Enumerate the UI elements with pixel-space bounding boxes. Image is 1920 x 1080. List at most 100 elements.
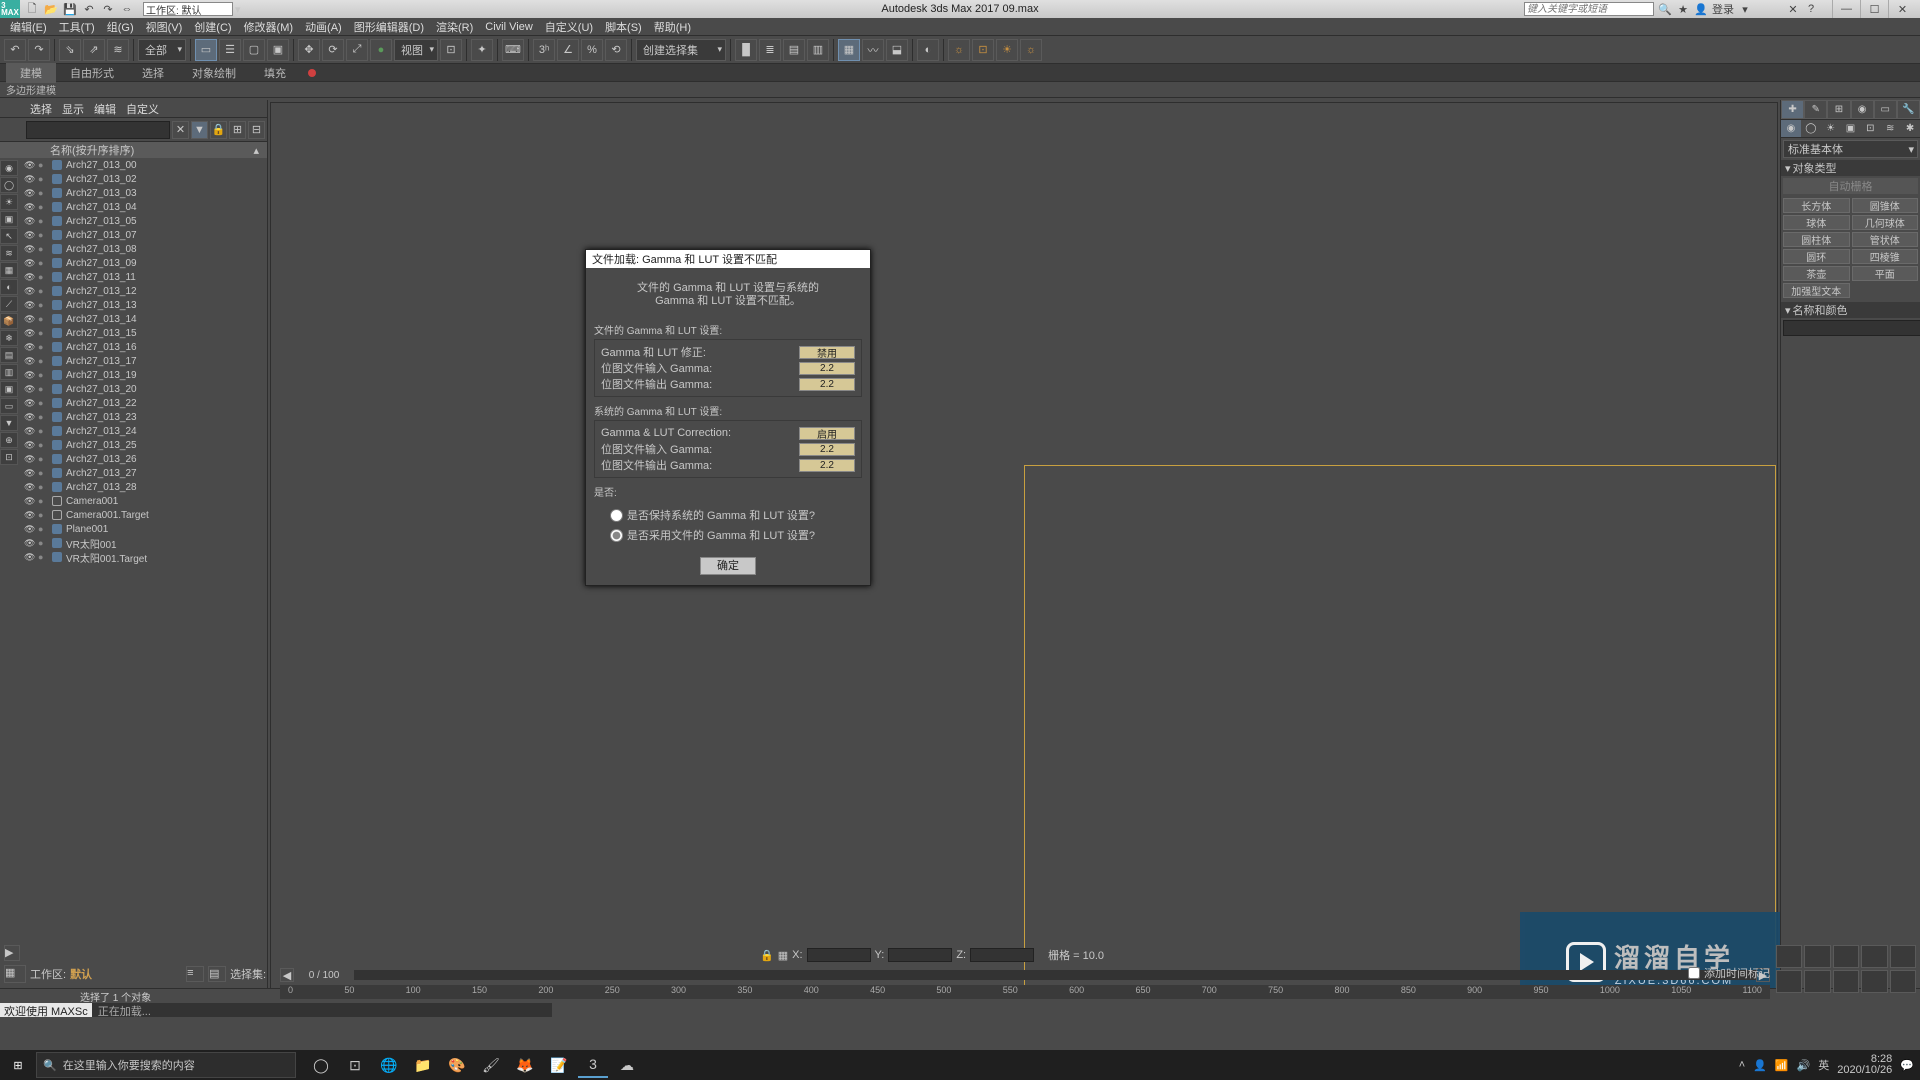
menu-animation[interactable]: 动画(A) xyxy=(299,19,348,35)
time-ruler[interactable]: 0501001502002503003504004505005506006507… xyxy=(280,985,1770,999)
space-icon[interactable]: ≋ xyxy=(1880,120,1900,137)
play-anim-icon[interactable]: ▶ xyxy=(4,945,20,961)
list-item[interactable]: 👁●Arch27_013_11 xyxy=(20,270,267,284)
filter-f-icon[interactable]: ⊡ xyxy=(0,449,18,465)
list-item[interactable]: 👁●Arch27_013_13 xyxy=(20,298,267,312)
ribbon-modeling[interactable]: 建模 xyxy=(6,63,56,83)
primitive-button[interactable]: 平面 xyxy=(1852,266,1919,281)
nav-fov-icon[interactable] xyxy=(1861,945,1887,968)
rollout-object-type[interactable]: 对象类型 xyxy=(1781,160,1920,176)
list-item[interactable]: 👁●Arch27_013_12 xyxy=(20,284,267,298)
selset-icon2[interactable]: ▤ xyxy=(208,966,226,982)
frame-prev-icon[interactable]: ◀ xyxy=(280,968,294,982)
app1-icon[interactable]: 🎨 xyxy=(442,1052,472,1078)
exp-tab-custom[interactable]: 自定义 xyxy=(126,101,159,117)
angle-snap-button[interactable]: ∠ xyxy=(557,39,579,61)
link-icon[interactable]: ⇔ xyxy=(119,1,135,17)
list-item[interactable]: 👁●Arch27_013_22 xyxy=(20,396,267,410)
app2-icon[interactable]: 🖌 xyxy=(476,1052,506,1078)
filter-bone-icon[interactable]: ⟋ xyxy=(0,296,18,312)
3dsmax-taskbar-icon[interactable]: 3 xyxy=(578,1052,608,1078)
list-item[interactable]: 👁●Arch27_013_04 xyxy=(20,200,267,214)
render-setup-button[interactable]: ☼ xyxy=(948,39,970,61)
snap-coord-icon[interactable]: ▦ xyxy=(778,949,788,962)
exp-tab-display[interactable]: 显示 xyxy=(62,101,84,117)
list-item[interactable]: 👁●Arch27_013_17 xyxy=(20,354,267,368)
clear-icon[interactable]: ✕ xyxy=(172,121,189,139)
filter-a-icon[interactable]: ▥ xyxy=(0,364,18,380)
ribbon-selection[interactable]: 选择 xyxy=(128,63,178,83)
modify-tab-icon[interactable]: ✎ xyxy=(1804,100,1827,119)
nav-zoom-icon[interactable] xyxy=(1776,945,1802,968)
list-item[interactable]: 👁●Arch27_013_07 xyxy=(20,228,267,242)
primitive-button[interactable]: 长方体 xyxy=(1783,198,1850,213)
list-item[interactable]: 👁●Arch27_013_23 xyxy=(20,410,267,424)
tray-net-icon[interactable]: 📶 xyxy=(1775,1059,1789,1072)
list-item[interactable]: 👁●Camera001 xyxy=(20,494,267,508)
list-item[interactable]: 👁●Arch27_013_05 xyxy=(20,214,267,228)
user-icon[interactable]: 👤 xyxy=(1694,2,1708,16)
geom-icon[interactable]: ◉ xyxy=(1781,120,1801,137)
coord-z-input[interactable] xyxy=(970,948,1034,962)
list-item[interactable]: 👁●Arch27_013_20 xyxy=(20,382,267,396)
render-last-button[interactable]: ☼ xyxy=(1020,39,1042,61)
tray-vol-icon[interactable]: 🔊 xyxy=(1797,1059,1811,1072)
hierarchy-tab-icon[interactable]: ⊞ xyxy=(1827,100,1850,119)
nav-extents-icon[interactable] xyxy=(1833,945,1859,968)
filter-group-icon[interactable]: ▦ xyxy=(0,262,18,278)
menu-views[interactable]: 视图(V) xyxy=(140,19,189,35)
firefox-icon[interactable]: 🦊 xyxy=(510,1052,540,1078)
taskbar-clock[interactable]: 8:282020/10/26 xyxy=(1837,1054,1892,1076)
list-item[interactable]: 👁●Arch27_013_24 xyxy=(20,424,267,438)
motion-tab-icon[interactable]: ◉ xyxy=(1851,100,1874,119)
layer-button[interactable]: ▤ xyxy=(783,39,805,61)
ribbon-freeform[interactable]: 自由形式 xyxy=(56,63,128,83)
minimize-button[interactable]: — xyxy=(1832,0,1860,18)
helper-icon[interactable]: ⊡ xyxy=(1860,120,1880,137)
star-icon[interactable]: ★ xyxy=(1676,2,1690,16)
named-selset-dropdown[interactable]: 创建选择集 xyxy=(636,39,726,61)
render-button[interactable]: ☀ xyxy=(996,39,1018,61)
coord-x-input[interactable] xyxy=(807,948,871,962)
lock-coord-icon[interactable]: 🔒 xyxy=(760,949,774,962)
menu-civil[interactable]: Civil View xyxy=(479,21,538,33)
filter-container-icon[interactable]: 📦 xyxy=(0,313,18,329)
select-button[interactable]: ▭ xyxy=(195,39,217,61)
exchange-icon[interactable]: ✕ xyxy=(1786,2,1800,16)
radio-keep-system[interactable]: 是否保持系统的 Gamma 和 LUT 设置? xyxy=(600,505,856,525)
filter-e-icon[interactable]: ⊕ xyxy=(0,432,18,448)
nav-zoomall-icon[interactable] xyxy=(1804,945,1830,968)
mirror-button[interactable]: ▐▌ xyxy=(735,39,757,61)
vp-layout-icon[interactable]: ▦ xyxy=(4,965,26,983)
list-item[interactable]: 👁●Arch27_013_28 xyxy=(20,480,267,494)
list-item[interactable]: 👁●Arch27_013_00 xyxy=(20,158,267,172)
collapse-icon[interactable]: ⊟ xyxy=(248,121,265,139)
taskbar-search[interactable]: 🔍 在这里输入你要搜索的内容 xyxy=(36,1052,296,1078)
ribbon-populate[interactable]: 填充 xyxy=(250,63,300,83)
coord-y-input[interactable] xyxy=(888,948,952,962)
spinner-snap-button[interactable]: ⟲ xyxy=(605,39,627,61)
bind-button[interactable]: ≋ xyxy=(107,39,129,61)
primitive-button[interactable]: 圆锥体 xyxy=(1852,198,1919,213)
filter-geom-icon[interactable]: ◉ xyxy=(0,160,18,176)
filter-hidden-icon[interactable]: ▤ xyxy=(0,347,18,363)
list-item[interactable]: 👁●Arch27_013_26 xyxy=(20,452,267,466)
nav-max-icon[interactable] xyxy=(1833,970,1859,993)
filter-helper-icon[interactable]: ↖ xyxy=(0,228,18,244)
cam-icon[interactable]: ▣ xyxy=(1841,120,1861,137)
light-icon[interactable]: ☀ xyxy=(1821,120,1841,137)
filter-xref-icon[interactable]: ◐ xyxy=(0,279,18,295)
unlink-button[interactable]: ⇗ xyxy=(83,39,105,61)
layer2-button[interactable]: ▥ xyxy=(807,39,829,61)
curve-editor-button[interactable]: 〰 xyxy=(862,39,884,61)
menu-render[interactable]: 渲染(R) xyxy=(430,19,479,35)
tray-up-icon[interactable]: ˄ xyxy=(1739,1059,1745,1071)
move-button[interactable]: ✥ xyxy=(298,39,320,61)
new-icon[interactable]: 🗋 xyxy=(24,1,40,17)
filter-d-icon[interactable]: ▼ xyxy=(0,415,18,431)
tray-notif-icon[interactable]: 💬 xyxy=(1900,1059,1914,1072)
primitive-button[interactable]: 加强型文本 xyxy=(1783,283,1850,298)
window-crossing-button[interactable]: ▣ xyxy=(267,39,289,61)
primitive-button[interactable]: 管状体 xyxy=(1852,232,1919,247)
placement-button[interactable]: ● xyxy=(370,39,392,61)
